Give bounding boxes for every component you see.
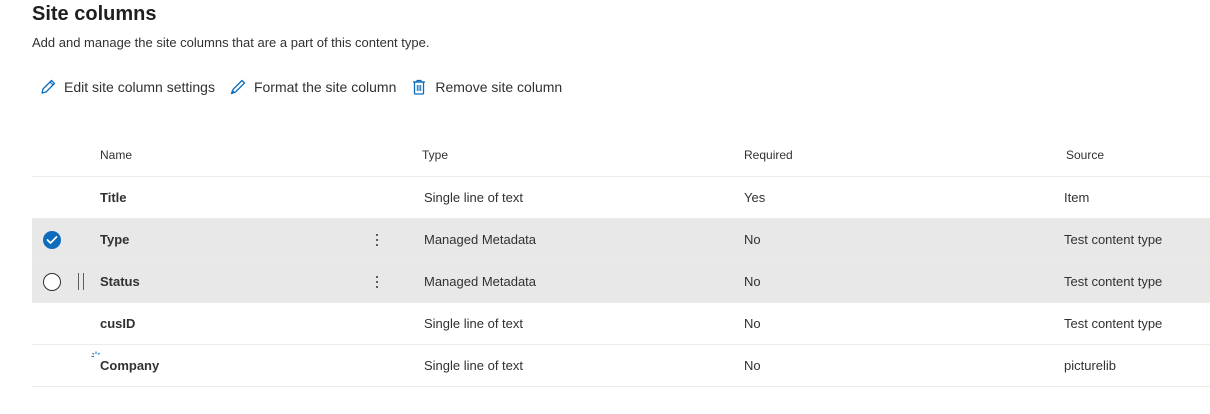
row-name: Company (100, 358, 160, 373)
row-name: Status (100, 274, 140, 289)
row-required: No (744, 274, 761, 289)
brush-icon (229, 78, 247, 96)
row-type: Single line of text (424, 358, 524, 373)
trash-icon (410, 78, 428, 96)
more-vertical-icon[interactable] (372, 272, 382, 292)
more-vertical-icon[interactable] (372, 230, 382, 250)
row-name: cusID (100, 316, 136, 331)
row-required: No (744, 316, 761, 331)
row-source: Item (1064, 190, 1090, 205)
row-checkbox-checked[interactable] (43, 231, 61, 249)
row-name: Type (100, 232, 130, 247)
row-required: Yes (744, 190, 766, 205)
table-row[interactable]: Title Single line of text Yes Item (32, 177, 1210, 219)
column-header-required[interactable]: Required (744, 134, 793, 176)
table-row[interactable]: cusID Single line of text No Test conten… (32, 303, 1210, 345)
row-type: Single line of text (424, 190, 524, 205)
table-row[interactable]: Status Managed Metadata No Test content … (32, 261, 1210, 303)
checkmark-icon (46, 236, 58, 244)
remove-site-column-label: Remove site column (435, 79, 563, 95)
column-header-source[interactable]: Source (1066, 134, 1104, 176)
row-source: picturelib (1064, 358, 1117, 373)
row-type: Managed Metadata (424, 232, 537, 247)
row-source: Test content type (1064, 316, 1163, 331)
column-header-name[interactable]: Name (100, 134, 132, 176)
table-header: Name Type Required Source (32, 134, 1210, 177)
format-site-column-label: Format the site column (253, 79, 397, 95)
edit-site-column-button[interactable]: Edit site column settings (32, 70, 222, 104)
format-site-column-button[interactable]: Format the site column (222, 70, 403, 104)
page-subtitle: Add and manage the site columns that are… (32, 35, 430, 50)
pencil-icon (39, 78, 57, 96)
table-row[interactable]: Company Single line of text No pictureli… (32, 345, 1210, 387)
command-bar: Edit site column settings Format the sit… (32, 70, 569, 104)
row-required: No (744, 358, 761, 373)
table-row[interactable]: Type Managed Metadata No Test content ty… (32, 219, 1210, 261)
row-type: Managed Metadata (424, 274, 537, 289)
row-checkbox[interactable] (43, 273, 61, 291)
site-columns-table: Name Type Required Source Title Single l… (32, 134, 1210, 387)
remove-site-column-button[interactable]: Remove site column (403, 70, 569, 104)
page-title: Site columns (32, 3, 157, 25)
row-required: No (744, 232, 761, 247)
column-header-type[interactable]: Type (422, 134, 448, 176)
row-source: Test content type (1064, 232, 1163, 247)
edit-site-column-label: Edit site column settings (64, 79, 215, 95)
drag-handle-icon[interactable] (78, 273, 84, 290)
row-name: Title (100, 190, 127, 205)
row-source: Test content type (1064, 274, 1163, 289)
row-type: Single line of text (424, 316, 524, 331)
